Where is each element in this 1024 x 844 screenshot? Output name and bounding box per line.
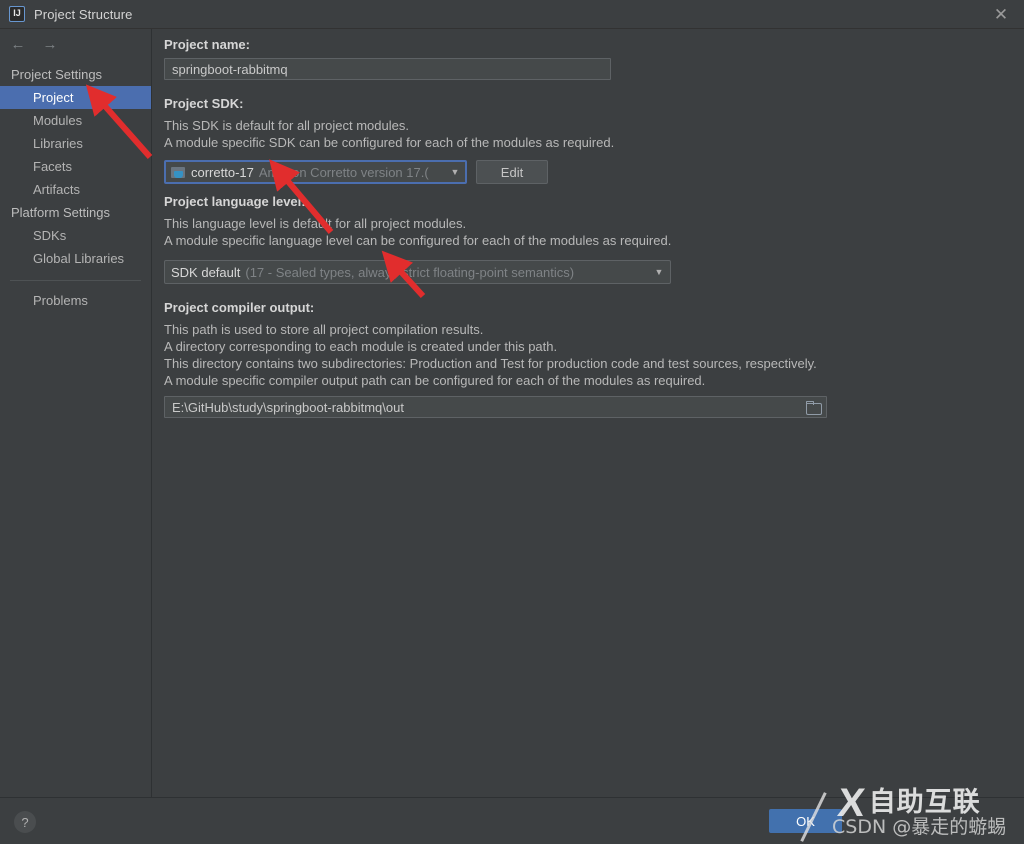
window-title: Project Structure (34, 6, 133, 22)
project-sdk-description-1: This SDK is default for all project modu… (164, 118, 409, 133)
navigation-buttons: ← → (0, 29, 151, 59)
compiler-output-label: Project compiler output: (164, 300, 315, 315)
project-structure-dialog: Project Structure ✕ ← → Project Settings… (0, 0, 1024, 844)
sidebar-group-project-settings: Project Settings (11, 67, 103, 82)
compiler-output-description-3: This directory contains two subdirectori… (164, 356, 817, 371)
compiler-output-description-2: A directory corresponding to each module… (164, 339, 558, 354)
language-level-description-1: This language level is default for all p… (164, 216, 467, 231)
edit-sdk-button[interactable]: Edit (476, 160, 548, 184)
sidebar-item-project[interactable]: Project (0, 86, 151, 109)
language-level-label: Project language level: (164, 194, 306, 209)
compiler-output-value: E:\GitHub\study\springboot-rabbitmq\out (172, 399, 404, 415)
forward-arrow-icon[interactable]: → (41, 35, 59, 53)
language-level-selected-name: SDK default (171, 264, 241, 280)
compiler-output-input[interactable]: E:\GitHub\study\springboot-rabbitmq\out (164, 396, 827, 418)
compiler-output-section: Project compiler output: This path is us… (164, 300, 1024, 418)
folder-icon[interactable] (806, 400, 822, 415)
jdk-icon (171, 166, 186, 179)
project-sdk-label: Project SDK: (164, 96, 244, 111)
language-level-dropdown[interactable]: SDK default (17 - Sealed types, always-s… (164, 260, 671, 284)
sidebar-item-artifacts[interactable]: Artifacts (0, 178, 151, 201)
window-titlebar: Project Structure ✕ (0, 0, 1024, 29)
sidebar-item-sdks[interactable]: SDKs (0, 224, 151, 247)
project-sdk-dropdown[interactable]: corretto-17 Amazon Corretto version 17.(… (164, 160, 467, 184)
settings-tree: Project Settings Project Modules Librari… (0, 59, 151, 312)
help-icon[interactable]: ? (14, 811, 36, 833)
project-sdk-selected-detail: Amazon Corretto version 17.( (258, 164, 429, 180)
sidebar-item-problems[interactable]: Problems (0, 289, 151, 312)
close-icon[interactable]: ✕ (978, 0, 1024, 28)
project-settings-panel: Project name: springboot-rabbitmq Projec… (153, 29, 1024, 797)
compiler-output-description-4: A module specific compiler output path c… (164, 373, 706, 388)
dialog-footer: ? (0, 797, 1024, 844)
sidebar-item-libraries[interactable]: Libraries (0, 132, 151, 155)
sidebar-item-facets[interactable]: Facets (0, 155, 151, 178)
sidebar-divider (10, 280, 141, 281)
language-level-section: Project language level: This language le… (164, 194, 1024, 284)
project-name-label: Project name: (164, 37, 250, 52)
sidebar-group-platform-settings: Platform Settings (11, 205, 110, 220)
back-arrow-icon[interactable]: ← (9, 35, 27, 53)
ok-button[interactable]: OK (769, 809, 842, 833)
intellij-idea-icon (9, 6, 25, 22)
project-name-section: Project name: springboot-rabbitmq (164, 37, 1024, 80)
sidebar-item-global-libraries[interactable]: Global Libraries (0, 247, 151, 270)
project-sdk-row: corretto-17 Amazon Corretto version 17.(… (164, 160, 1024, 184)
language-level-selected-detail: (17 - Sealed types, always-strict floati… (245, 264, 575, 280)
compiler-output-description-1: This path is used to store all project c… (164, 322, 484, 337)
chevron-down-icon[interactable]: ▼ (447, 167, 463, 177)
project-sdk-section: Project SDK: This SDK is default for all… (164, 96, 1024, 184)
project-name-value: springboot-rabbitmq (172, 61, 288, 77)
chevron-down-icon[interactable]: ▼ (651, 267, 667, 277)
settings-sidebar: ← → Project Settings Project Modules Lib… (0, 29, 152, 797)
project-sdk-description-2: A module specific SDK can be configured … (164, 135, 615, 150)
project-name-input[interactable]: springboot-rabbitmq (164, 58, 611, 80)
project-sdk-selected-name: corretto-17 (191, 164, 254, 180)
language-level-description-2: A module specific language level can be … (164, 233, 672, 248)
sidebar-item-modules[interactable]: Modules (0, 109, 151, 132)
